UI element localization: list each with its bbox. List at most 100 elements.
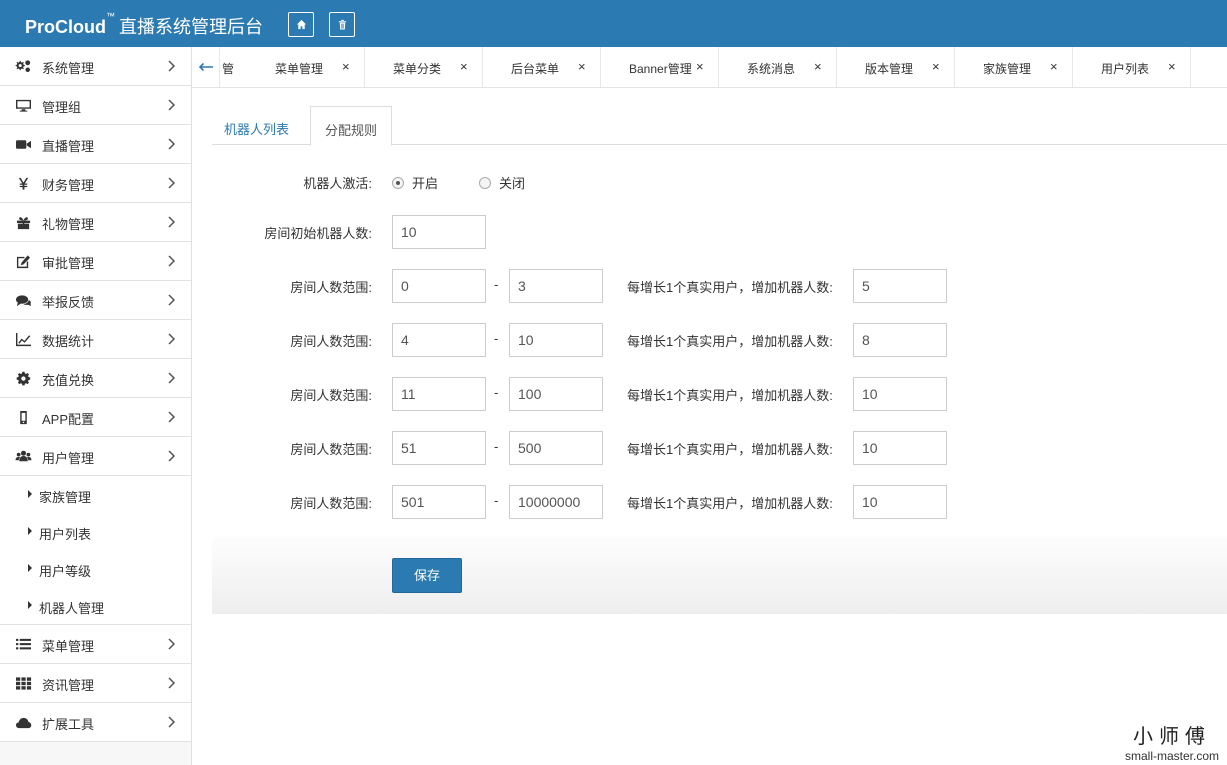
increment-label: 每增长1个真实用户，增加机器人数: — [627, 442, 833, 457]
range-min-input[interactable]: 11 — [392, 377, 486, 411]
sidebar-item-grid[interactable]: 资讯管理 — [0, 664, 191, 703]
chevron-right-icon — [166, 254, 176, 268]
sidebar-item-line-chart[interactable]: 数据统计 — [0, 320, 191, 359]
sidebar-subitem-label: 机器人管理 — [39, 601, 105, 616]
sidebar-item-edit[interactable]: 审批管理 — [0, 242, 191, 281]
save-button[interactable]: 保存 — [392, 558, 462, 593]
range-min-input[interactable]: 0 — [392, 269, 486, 303]
sidebar-item-cloud[interactable]: 扩展工具 — [0, 703, 191, 742]
brand-title: 直播系统管理后台 — [119, 17, 263, 37]
cloud-icon — [14, 714, 32, 730]
chevron-right-icon — [168, 99, 176, 111]
page-tab-label: 系统消息 — [747, 62, 796, 76]
close-icon[interactable]: × — [1050, 59, 1058, 74]
caret-right-icon — [28, 564, 32, 572]
initial-count-input[interactable]: 10 — [392, 215, 486, 249]
page-tab[interactable]: 后台菜单 × — [483, 47, 601, 87]
page-tab[interactable]: 系统消息 × — [719, 47, 837, 87]
radio-off[interactable] — [479, 177, 491, 189]
sidebar-subitem[interactable]: 用户等级 — [0, 550, 191, 587]
sidebar-subitem-label: 用户等级 — [39, 564, 92, 579]
robot-add-input[interactable]: 10 — [853, 377, 947, 411]
tab-scroll-left-button[interactable] — [192, 47, 220, 87]
sidebar-item-label: 财务管理 — [42, 178, 95, 193]
range-max-input[interactable]: 10000000 — [509, 485, 603, 519]
tab-robot-list[interactable]: 机器人列表 — [224, 106, 289, 145]
clear-cache-button[interactable] — [329, 12, 355, 37]
sidebar-item-label: 数据统计 — [42, 334, 95, 349]
page-tab-label: 后台菜单 — [511, 62, 560, 76]
watermark: 小师傅 small-master.com — [1125, 720, 1219, 763]
sidebar-item-gears[interactable]: 系统管理 — [0, 47, 191, 86]
yen-icon — [14, 175, 32, 191]
page-tab-label: 家族管理 — [983, 62, 1032, 76]
sidebar-item-mobile[interactable]: APP配置 — [0, 398, 191, 437]
page-tab[interactable]: 家族管理 × — [955, 47, 1073, 87]
range-label: 房间人数范围: — [290, 442, 372, 457]
range-max-input[interactable]: 3 — [509, 269, 603, 303]
chevron-right-icon — [168, 677, 176, 689]
sidebar-item-users[interactable]: 用户管理 — [0, 437, 191, 476]
sidebar-item-comments[interactable]: 举报反馈 — [0, 281, 191, 320]
sidebar-item-yen[interactable]: 财务管理 — [0, 164, 191, 203]
sidebar-item-list[interactable]: 菜单管理 — [0, 625, 191, 664]
close-icon[interactable]: × — [1168, 59, 1176, 74]
chevron-right-icon — [168, 60, 176, 72]
sidebar-item-label: 用户管理 — [42, 451, 95, 466]
robot-add-input[interactable]: 10 — [853, 485, 947, 519]
range-min-input[interactable]: 501 — [392, 485, 486, 519]
tab-allocation-rules[interactable]: 分配规则 — [310, 106, 392, 146]
radio-on[interactable] — [392, 177, 404, 189]
radio-off-label[interactable]: 关闭 — [499, 173, 525, 192]
robot-add-input[interactable]: 10 — [853, 431, 947, 465]
range-dash: - — [494, 439, 499, 454]
page-tab-label: 用户列表 — [1101, 62, 1150, 76]
sidebar-subitem[interactable]: 家族管理 — [0, 476, 191, 513]
sidebar-item-gift[interactable]: 礼物管理 — [0, 203, 191, 242]
caret-right-icon — [28, 601, 32, 609]
sidebar-subitem[interactable]: 机器人管理 — [0, 587, 191, 624]
range-max-input[interactable]: 500 — [509, 431, 603, 465]
robot-add-input[interactable]: 8 — [853, 323, 947, 357]
close-icon[interactable]: × — [696, 59, 704, 74]
sidebar-item-monitor[interactable]: 管理组 — [0, 86, 191, 125]
chevron-right-icon — [166, 59, 176, 73]
range-max-input[interactable]: 10 — [509, 323, 603, 357]
increment-label: 每增长1个真实用户，增加机器人数: — [627, 280, 833, 295]
range-min-input[interactable]: 51 — [392, 431, 486, 465]
robot-add-input[interactable]: 5 — [853, 269, 947, 303]
close-icon[interactable]: × — [932, 59, 940, 74]
chevron-right-icon — [166, 137, 176, 151]
page-tab[interactable]: 菜单管理 × — [247, 47, 365, 87]
page-tab[interactable]: 用户列表 × — [1073, 47, 1191, 87]
chevron-right-icon — [168, 177, 176, 189]
tab-partial-label[interactable]: 管 — [222, 60, 242, 77]
close-icon[interactable]: × — [814, 59, 822, 74]
home-button[interactable] — [288, 12, 314, 37]
page-tab[interactable]: 菜单分类 × — [365, 47, 483, 87]
comments-icon — [14, 292, 32, 308]
sidebar-item-gear[interactable]: 充值兑换 — [0, 359, 191, 398]
range-min-input[interactable]: 4 — [392, 323, 486, 357]
video-camera-icon — [14, 136, 32, 152]
trash-icon — [338, 19, 346, 30]
sidebar-item-label: 充值兑换 — [42, 373, 95, 388]
page-tab[interactable]: 版本管理 × — [837, 47, 955, 87]
close-icon[interactable]: × — [460, 59, 468, 74]
range-max-input[interactable]: 100 — [509, 377, 603, 411]
page-tab[interactable]: Banner管理 × — [601, 47, 719, 87]
sidebar-subitem[interactable]: 用户列表 — [0, 513, 191, 550]
radio-on-label[interactable]: 开启 — [412, 173, 438, 192]
chevron-right-icon — [168, 255, 176, 267]
close-icon[interactable]: × — [342, 59, 350, 74]
sidebar-item-label: 系统管理 — [42, 61, 95, 76]
chevron-right-icon — [168, 716, 176, 728]
close-icon[interactable]: × — [578, 59, 586, 74]
caret-right-icon — [28, 490, 32, 498]
gear-icon — [14, 370, 32, 386]
chevron-right-icon — [168, 638, 176, 650]
line-chart-icon — [14, 331, 32, 347]
chevron-right-icon — [166, 371, 176, 385]
sidebar-item-video-camera[interactable]: 直播管理 — [0, 125, 191, 164]
chevron-right-icon — [168, 411, 176, 423]
